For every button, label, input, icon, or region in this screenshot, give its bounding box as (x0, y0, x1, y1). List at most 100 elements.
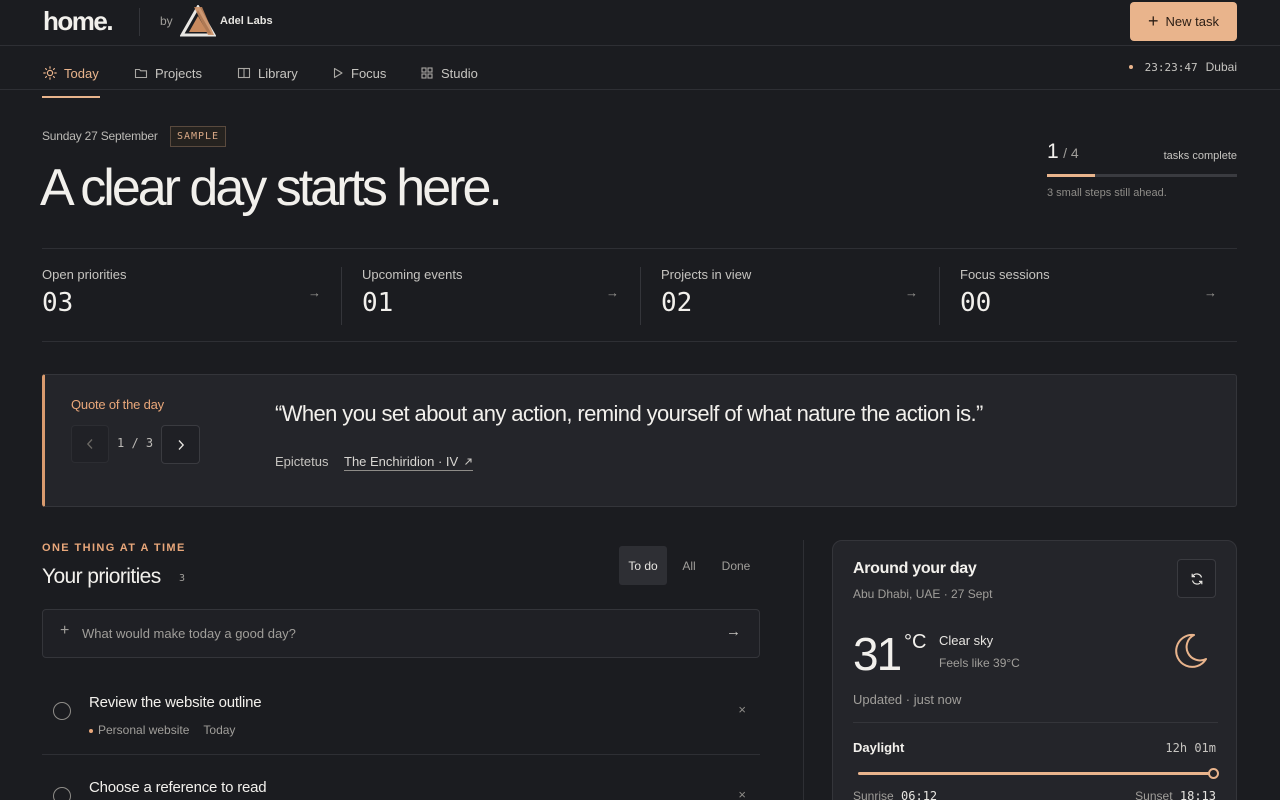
quote-next-button[interactable] (161, 425, 200, 464)
stat-upcoming-events[interactable]: Upcoming events 01 (362, 267, 642, 325)
sunset-label: Sunset (1135, 789, 1173, 800)
nav-tab-studio[interactable]: Studio (420, 64, 478, 82)
nav-tab-label: Projects (155, 65, 202, 81)
weather-card: Around your day Abu Dhabi, UAE · 27 Sept… (832, 540, 1237, 800)
quote-source-link[interactable]: The Enchiridion · IV (344, 454, 474, 471)
arrow-right-icon[interactable]: → (308, 285, 321, 300)
moon-icon (1175, 633, 1207, 668)
priorities-count: 3 (179, 573, 186, 584)
stat-divider (939, 267, 940, 325)
nav-tab-projects[interactable]: Projects (134, 64, 202, 82)
progress-track (1047, 174, 1237, 177)
stat-focus-sessions[interactable]: Focus sessions 00 (960, 267, 1230, 325)
arrow-right-icon[interactable]: → (905, 285, 918, 300)
weather-unit: °C (904, 631, 927, 653)
weather-refresh-button[interactable] (1177, 559, 1216, 598)
priorities-title: Your priorities (42, 565, 161, 588)
nav-tab-library[interactable]: Library (237, 64, 298, 82)
quote-position: 1 / 3 (117, 436, 154, 450)
progress-total: / 4 (1063, 145, 1079, 161)
weather-updated: Updated · just now (853, 692, 962, 707)
sun-icon (43, 66, 57, 80)
main-nav: Today Projects Library Focus Studio (0, 46, 1280, 90)
nav-tab-focus[interactable]: Focus (332, 64, 386, 82)
close-icon[interactable]: × (738, 702, 746, 717)
active-tab-indicator (42, 96, 100, 98)
brand-logo-text[interactable]: home. (43, 6, 114, 37)
priorities-kicker: ONE THING AT A TIME (42, 542, 186, 554)
chevron-right-icon (178, 439, 184, 450)
add-priority-placeholder: What would make today a good day? (82, 626, 296, 641)
submit-arrow-icon[interactable]: → (726, 623, 741, 640)
quote-text: “When you set about any action, remind y… (275, 401, 983, 426)
daylight-label: Daylight (853, 740, 905, 755)
plus-icon: + (60, 622, 70, 639)
nav-tab-label: Focus (351, 65, 387, 81)
stat-value: 02 (661, 288, 693, 318)
progress-note: 3 small steps still ahead. (1047, 187, 1167, 199)
task-title: Review the website outline (89, 694, 262, 711)
play-icon (333, 67, 343, 79)
nav-tab-label: Library (258, 65, 298, 81)
clock-time: 23:23:47 (1144, 60, 1198, 74)
stat-divider (341, 267, 342, 325)
stat-value: 01 (362, 288, 394, 318)
filter-todo[interactable]: To do (619, 546, 667, 585)
company-name: Adel Labs (220, 15, 273, 27)
task-project-label: Personal website (98, 723, 190, 737)
task-meta: Personal website Today (89, 723, 235, 737)
weather-condition: Clear sky (939, 633, 994, 648)
clock-city: Dubai (1205, 60, 1237, 74)
plus-icon: + (1148, 10, 1159, 31)
chevron-left-icon (86, 439, 93, 449)
task-due: Today (203, 723, 236, 737)
sunset: Sunset 18:13 (1135, 789, 1216, 800)
weather-temperature: 31 (853, 628, 902, 680)
refresh-icon (1191, 572, 1202, 585)
stat-projects-in-view[interactable]: Projects in view 02 (661, 267, 941, 325)
arrow-right-icon[interactable]: → (1204, 285, 1217, 300)
page-headline: A clear day starts here. (40, 159, 503, 217)
sunrise: Sunrise 06:12 (853, 789, 937, 800)
column-divider (803, 540, 804, 800)
progress-done: 1 (1047, 140, 1059, 163)
clock: 23:23:47 Dubai (1128, 60, 1237, 74)
top-bar: home. by Adel Labs + New task (0, 0, 1280, 46)
stat-open-priorities[interactable]: Open priorities 03 (42, 267, 327, 325)
progress-fill (1047, 174, 1095, 177)
quote-author: Epictetus (275, 454, 329, 469)
quote-card: Quote of the day 1 / 3 “When you set abo… (42, 374, 1237, 507)
sunrise-label: Sunrise (853, 789, 894, 800)
task-project: Personal website (89, 723, 189, 737)
stat-value: 00 (960, 288, 992, 318)
stat-label: Upcoming events (362, 267, 463, 282)
nav-tab-today[interactable]: Today (43, 64, 99, 82)
brand-divider (139, 8, 140, 36)
task-checkbox[interactable] (53, 787, 71, 800)
arrow-right-icon[interactable]: → (606, 285, 619, 300)
company-logo-icon (180, 5, 216, 37)
grid-icon (421, 67, 433, 79)
stat-divider (640, 267, 641, 325)
filter-all[interactable]: All (674, 546, 704, 585)
filter-done[interactable]: Done (714, 546, 758, 585)
weather-location: Abu Dhabi, UAE · 27 Sept (853, 587, 993, 601)
progress-label: tasks complete (1163, 150, 1237, 162)
weather-title: Around your day (853, 560, 977, 577)
daylight-hours: 12h 01m (1165, 741, 1216, 755)
quote-prev-button[interactable] (71, 425, 109, 463)
sunrise-time: 06:12 (901, 789, 938, 800)
quote-source-label: The Enchiridion · IV (344, 454, 459, 469)
close-icon[interactable]: × (738, 787, 746, 800)
task-item[interactable]: Review the website outline Personal webs… (42, 670, 760, 755)
add-priority-input[interactable]: + What would make today a good day? → (42, 609, 760, 658)
by-label: by (160, 14, 173, 28)
daylight-track (858, 772, 1213, 775)
nav-tab-label: Studio (441, 65, 478, 81)
task-checkbox[interactable] (53, 702, 71, 720)
task-item[interactable]: Choose a reference to read × (42, 755, 760, 800)
sample-badge: SAMPLE (170, 126, 226, 147)
current-date: Sunday 27 September (42, 129, 158, 143)
stat-label: Focus sessions (960, 267, 1050, 282)
new-task-button[interactable]: + New task (1130, 2, 1237, 41)
